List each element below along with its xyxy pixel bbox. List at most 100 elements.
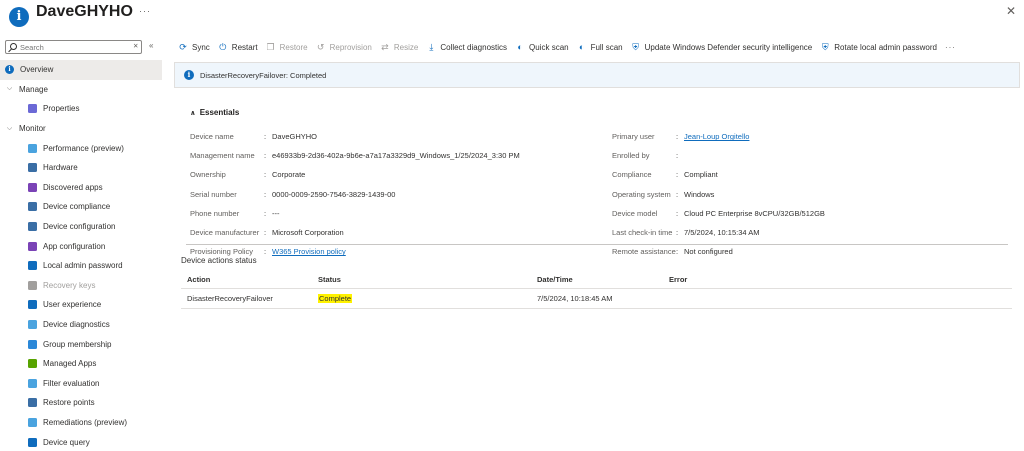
property-label: Primary user (612, 132, 655, 142)
full-scan-button[interactable]: ◐ Full scan (577, 42, 623, 52)
sidebar-item-device-configuration[interactable]: Device configuration (0, 217, 162, 237)
column-header-action[interactable]: Action (187, 271, 210, 288)
sidebar-item-remediations-preview[interactable]: Remediations (preview) (0, 413, 162, 433)
sync-button[interactable]: ⟳ Sync (178, 42, 210, 53)
chevron-up-icon: ∧ (190, 109, 196, 117)
table-row: DisasterRecoveryFailover Complete 7/5/2024… (181, 289, 1012, 309)
sidebar-item-hardware[interactable]: Hardware (0, 158, 162, 178)
filter-evaluation-icon (28, 378, 37, 388)
sidebar-item-restore-points[interactable]: Restore points (0, 393, 162, 413)
property-separator: : (264, 132, 267, 142)
essentials-toggle[interactable]: ∧ Essentials (190, 108, 239, 117)
sidebar-item-manage[interactable]: ⌵ Manage (0, 80, 162, 100)
info-icon: i (5, 65, 14, 75)
toolbar-button-label: Sync (192, 42, 210, 52)
cell-datetime-text: 7/5/2024, 10:18:45 AM (537, 294, 613, 303)
sidebar-item-group-membership[interactable]: Group membership (0, 334, 162, 354)
performance-icon (28, 143, 37, 153)
collapse-sidebar-icon[interactable]: « (149, 41, 153, 50)
property-separator: : (676, 132, 679, 142)
property-link[interactable]: W365 Provision policy (272, 247, 346, 256)
restore-points-icon (28, 398, 37, 408)
discovered-apps-icon (28, 182, 37, 192)
property-value: Microsoft Corporation (272, 228, 344, 238)
group-membership-icon (28, 339, 37, 349)
restart-button[interactable]: ⏻ Restart (218, 42, 258, 53)
sidebar-item-performance-preview[interactable]: Performance (preview) (0, 138, 162, 158)
sidebar-item-overview[interactable]: i Overview (0, 60, 162, 80)
sidebar-item-label: Performance (preview) (43, 143, 124, 153)
banner-text: DisasterRecoveryFailover: Completed (200, 70, 327, 80)
toolbar-button-label: Resize (393, 42, 419, 52)
sidebar-item-discovered-apps[interactable]: Discovered apps (0, 178, 162, 198)
search-input[interactable] (20, 42, 120, 52)
sidebar-item-properties[interactable]: Properties (0, 99, 162, 119)
toolbar-button-label: Collect diagnostics (440, 42, 508, 52)
property-value: Not configured (684, 247, 733, 257)
sidebar-item-label: Managed Apps (43, 359, 97, 369)
reprovision-icon: ↺ (316, 41, 325, 52)
sidebar-item-recovery-keys[interactable]: Recovery keys (0, 276, 162, 296)
update-windows-defender-security-intelligence-button[interactable]: ⛨ Update Windows Defender security intell… (631, 42, 812, 53)
sidebar-item-label: Hardware (43, 163, 78, 173)
sidebar-item-monitor[interactable]: ⌵ Monitor (0, 119, 162, 139)
managed-apps-icon (28, 359, 37, 369)
property-row: Remote assistance: Not configured (612, 242, 825, 261)
property-row: Serial number:0000-0009-2590-7546-3829-1… (190, 185, 520, 204)
page-title: DaveGHYHO (36, 3, 133, 20)
sidebar-item-filter-evaluation[interactable]: Filter evaluation (0, 374, 162, 394)
device-configuration-icon (28, 222, 37, 232)
property-label: Enrolled by (612, 151, 650, 161)
sidebar-item-user-experience[interactable]: User experience (0, 295, 162, 315)
search-box[interactable]: ✕ (5, 40, 142, 54)
property-value: e46933b9-2d36-402a-9b6e-a7a17a3329d9_Win… (272, 151, 520, 161)
user-experience-icon (28, 300, 37, 310)
rotate-local-admin-password-button[interactable]: ⛨ Rotate local admin password (820, 42, 937, 53)
sidebar-item-label: Device configuration (43, 222, 116, 232)
column-header-error[interactable]: Error (669, 271, 687, 288)
quick-scan-button[interactable]: ◐ Quick scan (515, 42, 569, 52)
sidebar-item-label: Manage (19, 84, 48, 94)
collect-diagnostics-button[interactable]: ⤓ Collect diagnostics (426, 42, 507, 53)
sidebar-item-label: Monitor (19, 124, 46, 134)
close-icon[interactable]: ✕ (1006, 4, 1016, 18)
property-label: Compliance (612, 170, 652, 180)
page-header: i DaveGHYHO ··· ✕ (0, 0, 1024, 36)
sidebar-item-device-diagnostics[interactable]: Device diagnostics (0, 315, 162, 335)
essentials-title: Essentials (199, 108, 240, 117)
sidebar-item-managed-apps[interactable]: Managed Apps (0, 354, 162, 374)
table-body: DisasterRecoveryFailover Complete 7/5/2024… (181, 289, 1012, 309)
table-header: Action Status Date/Time Error (181, 271, 1012, 289)
quick-scan-icon: ◐ (517, 42, 523, 52)
sidebar-item-local-admin-password[interactable]: Local admin password (0, 256, 162, 276)
property-row: Ownership: Corporate (190, 165, 520, 184)
header-more-button[interactable]: ··· (139, 6, 151, 16)
property-row: Phone number: --- (190, 204, 520, 223)
info-icon: i (184, 70, 194, 80)
property-link[interactable]: Jean-Loup Orgitello (684, 132, 749, 141)
search-clear-icon[interactable]: ✕ (133, 42, 138, 50)
reprovision-button[interactable]: ↺ Reprovision (316, 42, 372, 53)
column-header-status[interactable]: Status (318, 271, 341, 288)
sidebar-item-label: Restore points (43, 398, 95, 408)
sidebar-item-label: Filter evaluation (43, 378, 100, 388)
sidebar-item-label: App configuration (43, 241, 106, 251)
device-actions-title: Device actions status (181, 256, 257, 265)
column-header-datetime[interactable]: Date/Time (537, 271, 573, 288)
cell-status: Complete (318, 289, 353, 308)
restore-button[interactable]: ❐ Restore (266, 42, 308, 53)
sidebar-item-device-compliance[interactable]: Device compliance (0, 197, 162, 217)
property-separator: : (676, 151, 679, 161)
sidebar-item-device-query[interactable]: Device query (0, 432, 162, 451)
property-row: Primary user: Jean-Loup Orgitello (612, 127, 825, 146)
sidebar-item-label: Device compliance (43, 202, 111, 212)
toolbar-button-label: Quick scan (529, 42, 569, 52)
property-separator: : (264, 228, 267, 238)
toolbar-button-label: Restart (231, 42, 258, 52)
device-compliance-icon (28, 202, 37, 212)
sidebar-item-app-configuration[interactable]: App configuration (0, 236, 162, 256)
toolbar-more-button[interactable]: ··· (945, 43, 956, 52)
resize-button[interactable]: ⇄ Resize (380, 42, 418, 53)
property-row: Operating system: Windows (612, 185, 825, 204)
sidebar-item-label: User experience (43, 300, 102, 310)
